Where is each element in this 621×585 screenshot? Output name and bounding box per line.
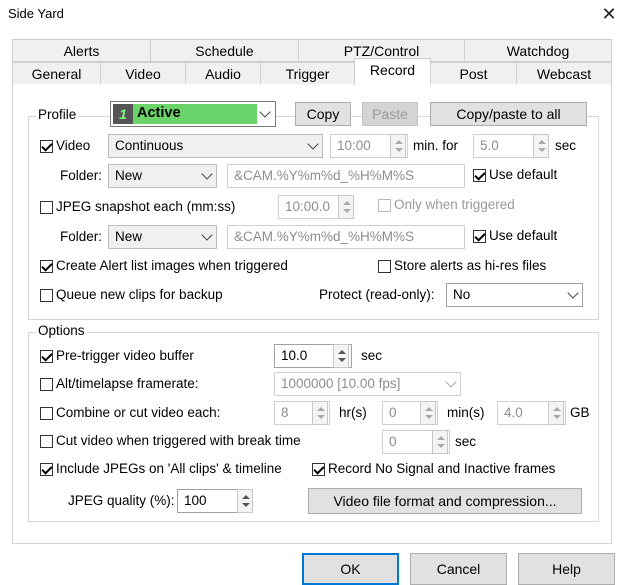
combine-mins-unit: min(s) (447, 405, 485, 420)
jpeg-folder-select[interactable]: New (108, 225, 217, 249)
tab-alerts[interactable]: Alerts (12, 39, 151, 62)
record-nosignal-label: Record No Signal and Inactive frames (328, 461, 556, 476)
chevron-down-icon (567, 287, 579, 299)
video-folder-label: Folder: (60, 168, 103, 183)
video-label: Video (56, 138, 91, 153)
pretrigger-spinner[interactable] (333, 344, 349, 368)
only-triggered-label: Only when triggered (394, 197, 515, 212)
tab-watchdog[interactable]: Watchdog (464, 39, 612, 62)
jpeg-folder-value: New (115, 229, 143, 244)
tab-audio[interactable]: Audio (185, 62, 261, 85)
close-icon[interactable]: ✕ (598, 2, 620, 26)
jpeg-use-default-label: Use default (489, 228, 558, 243)
window-title: Side Yard (8, 6, 64, 21)
combine-gb-unit: GB (570, 405, 590, 420)
video-folder-select[interactable]: New (108, 164, 217, 188)
jpeg-interval-spinner[interactable] (338, 195, 354, 219)
store-hires-label: Store alerts as hi-res files (394, 258, 547, 273)
framerate-label: Alt/timelapse framerate: (56, 376, 199, 391)
tab-post[interactable]: Post (430, 62, 517, 85)
jpeg-filename-field[interactable]: &CAM.%Y%m%d_%H%M%S (227, 225, 465, 249)
cut-break-checkbox[interactable] (40, 435, 53, 448)
combine-gb-spinner[interactable] (548, 401, 564, 425)
pretrigger-checkbox[interactable] (40, 350, 53, 363)
video-use-default-checkbox[interactable] (473, 169, 486, 182)
combine-checkbox[interactable] (40, 407, 53, 420)
options-group-label: Options (36, 323, 87, 338)
video-folder-value: New (115, 168, 143, 183)
paste-button[interactable]: Paste (362, 102, 418, 126)
combine-hours-unit: hr(s) (339, 405, 367, 420)
video-mode-select[interactable]: Continuous (108, 134, 323, 158)
combine-mins-spinner[interactable] (420, 401, 436, 425)
protect-label: Protect (read-only): (319, 287, 435, 302)
profile-name: Active (137, 105, 181, 121)
chevron-down-icon (445, 376, 457, 388)
video-seconds-spinner[interactable] (533, 134, 549, 158)
jpeg-quality-spinner[interactable] (237, 489, 253, 513)
jpeg-use-default-checkbox[interactable] (473, 230, 486, 243)
only-triggered-checkbox[interactable] (378, 199, 391, 212)
cut-break-unit: sec (455, 434, 477, 449)
alert-images-checkbox[interactable] (40, 260, 53, 273)
queue-backup-label: Queue new clips for backup (56, 287, 223, 302)
tab-trigger[interactable]: Trigger (260, 62, 355, 85)
min-for-label: min. for (413, 138, 459, 153)
profile-number: 1 (113, 104, 133, 124)
jpeg-snapshot-label: JPEG snapshot each (mm:ss) (56, 199, 236, 214)
record-nosignal-checkbox[interactable] (312, 463, 325, 476)
title-bar: Side Yard ✕ (0, 0, 621, 30)
alert-images-label: Create Alert list images when triggered (56, 258, 288, 273)
chevron-down-icon (201, 229, 213, 241)
pretrigger-unit: sec (361, 348, 383, 363)
include-jpegs-checkbox[interactable] (40, 463, 53, 476)
profile-color-swatch (113, 104, 257, 124)
help-button[interactable]: Help (518, 553, 615, 585)
tab-webcast[interactable]: Webcast (516, 62, 612, 85)
profile-group-label: Profile (36, 107, 79, 122)
combine-hours-spinner[interactable] (312, 401, 328, 425)
framerate-value: 1000000 [10.00 fps] (281, 376, 401, 391)
combine-label: Combine or cut video each: (56, 405, 221, 420)
include-jpegs-label: Include JPEGs on 'All clips' & timeline (56, 461, 282, 476)
video-use-default-label: Use default (489, 167, 558, 182)
chevron-down-icon (307, 138, 319, 150)
sec-label: sec (555, 138, 577, 153)
chevron-down-icon (259, 106, 271, 118)
tab-general[interactable]: General (12, 62, 101, 85)
video-format-button[interactable]: Video file format and compression... (308, 488, 582, 514)
jpeg-snapshot-checkbox[interactable] (40, 201, 53, 214)
profile-select[interactable]: 1 Active (110, 101, 276, 127)
queue-backup-checkbox[interactable] (40, 289, 53, 302)
tab-video[interactable]: Video (100, 62, 186, 85)
framerate-select[interactable]: 1000000 [10.00 fps] (274, 372, 461, 396)
video-mode-value: Continuous (115, 138, 184, 153)
protect-value: No (453, 287, 471, 302)
tab-record[interactable]: Record (354, 58, 431, 85)
video-filename-field[interactable]: &CAM.%Y%m%d_%H%M%S (227, 164, 465, 188)
store-hires-checkbox[interactable] (378, 260, 391, 273)
pretrigger-label: Pre-trigger video buffer (56, 348, 194, 363)
protect-select[interactable]: No (446, 283, 583, 307)
copy-button[interactable]: Copy (295, 102, 351, 126)
jpeg-folder-label: Folder: (60, 229, 103, 244)
copy-paste-all-button[interactable]: Copy/paste to all (430, 102, 587, 126)
cut-break-spinner[interactable] (432, 430, 448, 454)
chevron-down-icon (201, 168, 213, 180)
ok-button[interactable]: OK (302, 553, 399, 585)
tab-schedule[interactable]: Schedule (150, 39, 299, 62)
video-checkbox[interactable] (40, 140, 53, 153)
framerate-checkbox[interactable] (40, 378, 53, 391)
cancel-button[interactable]: Cancel (410, 553, 507, 585)
video-minutes-spinner[interactable] (390, 134, 406, 158)
jpeg-quality-label: JPEG quality (%): (68, 493, 175, 508)
cut-break-label: Cut video when triggered with break time (56, 433, 301, 448)
